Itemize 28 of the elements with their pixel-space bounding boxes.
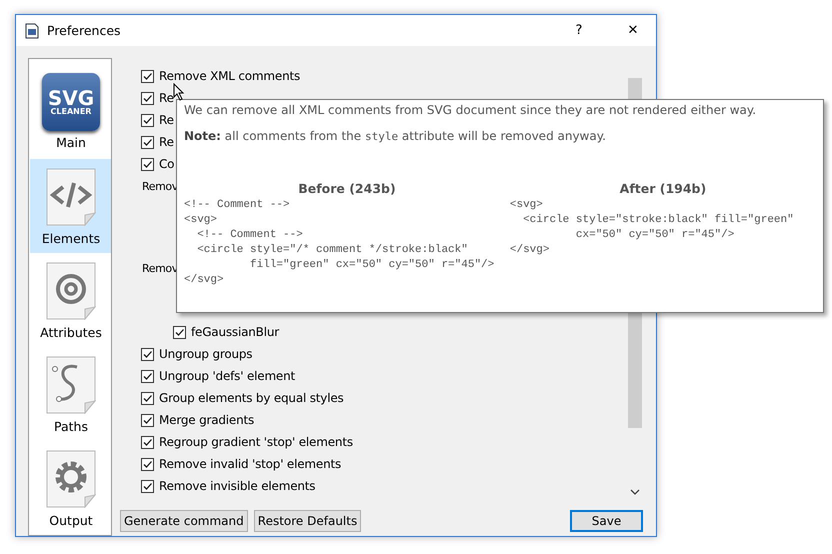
checkbox-label: Remove invalid 'stop' elements	[159, 457, 342, 471]
window-title: Preferences	[47, 23, 122, 38]
checkbox-label: Group elements by equal styles	[159, 391, 344, 405]
checkbox-label: Remove invisible elements	[159, 479, 316, 493]
checkbox-label: Re	[159, 113, 174, 127]
checkbox-label: Regroup gradient 'stop' elements	[159, 435, 353, 449]
sidebar-label: Main	[56, 135, 86, 150]
checkbox-label: Remove XML comments	[159, 69, 300, 83]
group-label: Remov	[142, 260, 178, 276]
sidebar-label: Output	[49, 513, 93, 528]
checkbox-label: Re	[159, 135, 174, 149]
after-heading: After (194b)	[618, 181, 708, 196]
sidebar-label: Elements	[42, 231, 100, 246]
tooltip-text: We can remove all XML comments from SVG document since they are not rendered either way.	[184, 103, 758, 117]
checkbox-label: Co	[159, 157, 174, 171]
sidebar-label: Paths	[54, 419, 88, 434]
before-heading: Before (243b)	[297, 181, 397, 196]
checkbox-label: Ungroup 'defs' element	[159, 369, 296, 383]
after-code: <svg> <circle style="stroke:black" fill="green" cx="50" cy="50" r="45"/> </svg>	[510, 198, 795, 258]
checkbox-label: Re	[159, 91, 174, 105]
checkbox-label: feGaussianBlur	[191, 325, 279, 339]
logo-icon: SVG CLEANER	[42, 73, 100, 131]
sidebar-label: Attributes	[40, 325, 102, 340]
tooltip-note: Note: all comments from the style attribute will be removed anyway.	[184, 129, 607, 143]
before-code: <!-- Comment --> <svg> <!-- Comment --> <circle style="/* comment */stroke:black" fill="green" cx="50" cy="50" r="45"/> </svg>	[184, 198, 496, 288]
checkbox-label: Ungroup groups	[159, 347, 252, 361]
checkbox-label: Merge gradients	[159, 413, 254, 427]
group-label: Remov	[142, 178, 178, 194]
